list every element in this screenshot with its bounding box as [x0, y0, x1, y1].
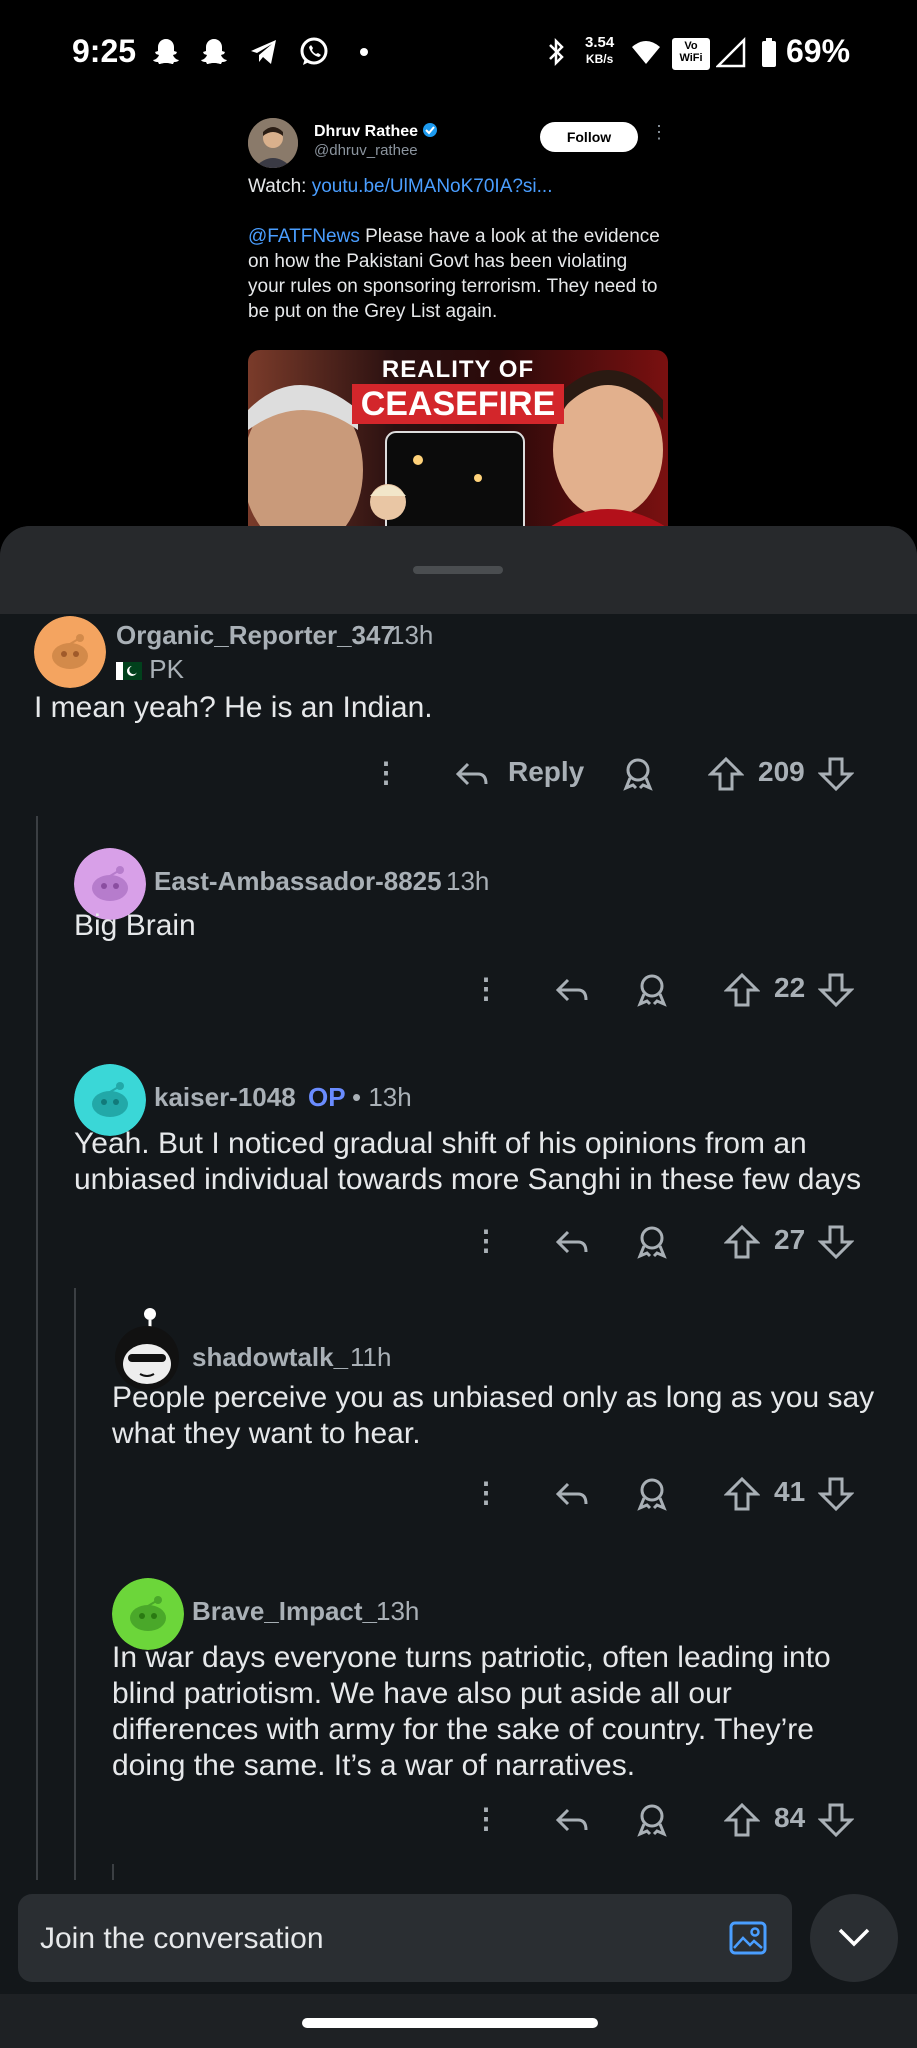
signal-icon: [716, 36, 746, 68]
snapchat-icon: [153, 39, 179, 64]
reply-icon[interactable]: [554, 1802, 590, 1838]
video-thumbnail: REALITY OF CEASEFIRE: [248, 350, 668, 528]
chevron-down-icon: [838, 1928, 870, 1947]
gesture-handle[interactable]: [302, 2018, 598, 2028]
tweet-author-avatar: [248, 118, 298, 168]
vote-count: 84: [774, 1802, 806, 1833]
clock: 9:25: [72, 33, 137, 69]
comment-text: Big Brain: [74, 909, 196, 942]
more-options-icon[interactable]: ⋮: [472, 1224, 500, 1257]
verified-icon: [423, 123, 438, 137]
username[interactable]: Brave_Impact_: [192, 1596, 377, 1627]
comment-text: People perceive you as unbiased only as …: [112, 1381, 875, 1450]
bluetooth-icon: [549, 37, 564, 67]
comment-time: 13h: [390, 620, 434, 650]
upvote-icon[interactable]: [724, 972, 760, 1008]
downvote-icon[interactable]: [818, 1224, 854, 1260]
tweet-more-icon: ⋮: [650, 122, 668, 142]
downvote-icon[interactable]: [818, 972, 854, 1008]
tweet-author-name: Dhruv Rathee: [314, 122, 438, 141]
snapchat-icon: [201, 39, 227, 64]
collapse-button[interactable]: [810, 1894, 898, 1982]
comment-time: • 13h: [352, 1082, 412, 1112]
comment-time: 11h: [350, 1342, 392, 1372]
comment-actions: ⋮ 41: [0, 1476, 917, 1516]
downvote-icon[interactable]: [818, 1476, 854, 1512]
network-speed: 3.54 KB/s: [585, 34, 615, 66]
comment-text: I mean yeah? He is an Indian.: [34, 691, 433, 724]
upvote-icon[interactable]: [724, 1476, 760, 1512]
more-options-icon[interactable]: ⋮: [472, 1476, 500, 1509]
tweet-body: Watch: youtu.be/UlMANoK70IA?si... @FATFN…: [248, 176, 660, 322]
comment-text: In war days everyone turns patriotic, of…: [112, 1641, 831, 1782]
downvote-icon[interactable]: [818, 756, 854, 792]
reply-icon[interactable]: [554, 972, 590, 1008]
comment-text: Yeah. But I noticed gradual shift of his…: [74, 1127, 862, 1196]
add-image-icon[interactable]: [728, 1918, 768, 1958]
comment-input-placeholder: Join the conversation: [40, 1922, 324, 1955]
upvote-icon[interactable]: [724, 1802, 760, 1838]
avatar[interactable]: [34, 616, 106, 688]
sheet-header[interactable]: [0, 526, 917, 614]
embedded-tweet: Dhruv Rathee @dhruv_rathee Follow ⋮ Watc…: [248, 112, 668, 528]
battery-percent: 69%: [786, 33, 851, 69]
vote-count: 27: [774, 1224, 806, 1255]
dot-icon: [360, 48, 368, 56]
tweet-link: youtu.be/UlMANoK70IA?si...: [311, 176, 553, 197]
award-icon[interactable]: [620, 756, 656, 792]
comment-time: 13h: [446, 866, 490, 896]
pakistan-flag-icon: [116, 662, 142, 680]
reply-button[interactable]: Reply: [508, 756, 584, 788]
vowifi-icon: Vo WiFi: [672, 38, 710, 70]
downvote-icon[interactable]: [818, 1802, 854, 1838]
upvote-icon[interactable]: [724, 1224, 760, 1260]
vote-count: 22: [774, 972, 806, 1003]
username[interactable]: shadowtalk_: [192, 1342, 348, 1373]
whatsapp-icon: [300, 37, 328, 65]
more-options-icon[interactable]: ⋮: [472, 1802, 500, 1835]
thumbnail-title: REALITY OF: [381, 356, 535, 383]
username[interactable]: kaiser-1048: [154, 1082, 296, 1113]
drag-handle[interactable]: [413, 566, 503, 574]
comment-actions: ⋮ 27: [0, 1224, 917, 1264]
vote-count: 41: [774, 1476, 806, 1507]
comment-time: 13h: [376, 1596, 420, 1626]
wifi-icon: [632, 41, 660, 64]
status-bar: 9:25 3.54 KB/s Vo WiFi 69%: [0, 0, 917, 110]
reply-icon[interactable]: [454, 756, 490, 792]
comment-input[interactable]: Join the conversation: [18, 1894, 792, 1982]
award-icon[interactable]: [634, 1224, 670, 1260]
thumbnail-title-highlight: CEASEFIRE: [352, 384, 564, 424]
battery-icon: [762, 38, 776, 67]
reply-icon[interactable]: [554, 1224, 590, 1260]
tweet-author-handle: @dhruv_rathee: [314, 142, 418, 159]
award-icon[interactable]: [634, 1476, 670, 1512]
comment-actions: ⋮ 22: [0, 972, 917, 1012]
user-flair: PK: [116, 654, 184, 685]
tweet-mention: @FATFNews: [248, 226, 360, 247]
telegram-icon: [251, 40, 276, 64]
comment-actions: ⋮ 84: [0, 1802, 917, 1842]
vote-count: 209: [758, 756, 805, 787]
more-options-icon[interactable]: ⋮: [372, 756, 400, 789]
comments-sheet: Organic_Reporter_347 13h PK I mean yeah?…: [0, 526, 917, 2048]
username[interactable]: East-Ambassador-8825: [154, 866, 442, 897]
follow-button: Follow: [540, 122, 638, 152]
more-options-icon[interactable]: ⋮: [472, 972, 500, 1005]
op-badge: OP: [308, 1082, 346, 1112]
reply-icon[interactable]: [554, 1476, 590, 1512]
award-icon[interactable]: [634, 972, 670, 1008]
comment-list[interactable]: Organic_Reporter_347 13h PK I mean yeah?…: [0, 614, 917, 1984]
username[interactable]: Organic_Reporter_347: [116, 620, 395, 651]
comment-actions: ⋮ Reply 209: [0, 756, 917, 796]
comment: shadowtalk_ 11h People perceive you as u…: [0, 1304, 917, 1504]
upvote-icon[interactable]: [708, 756, 744, 792]
award-icon[interactable]: [634, 1802, 670, 1838]
